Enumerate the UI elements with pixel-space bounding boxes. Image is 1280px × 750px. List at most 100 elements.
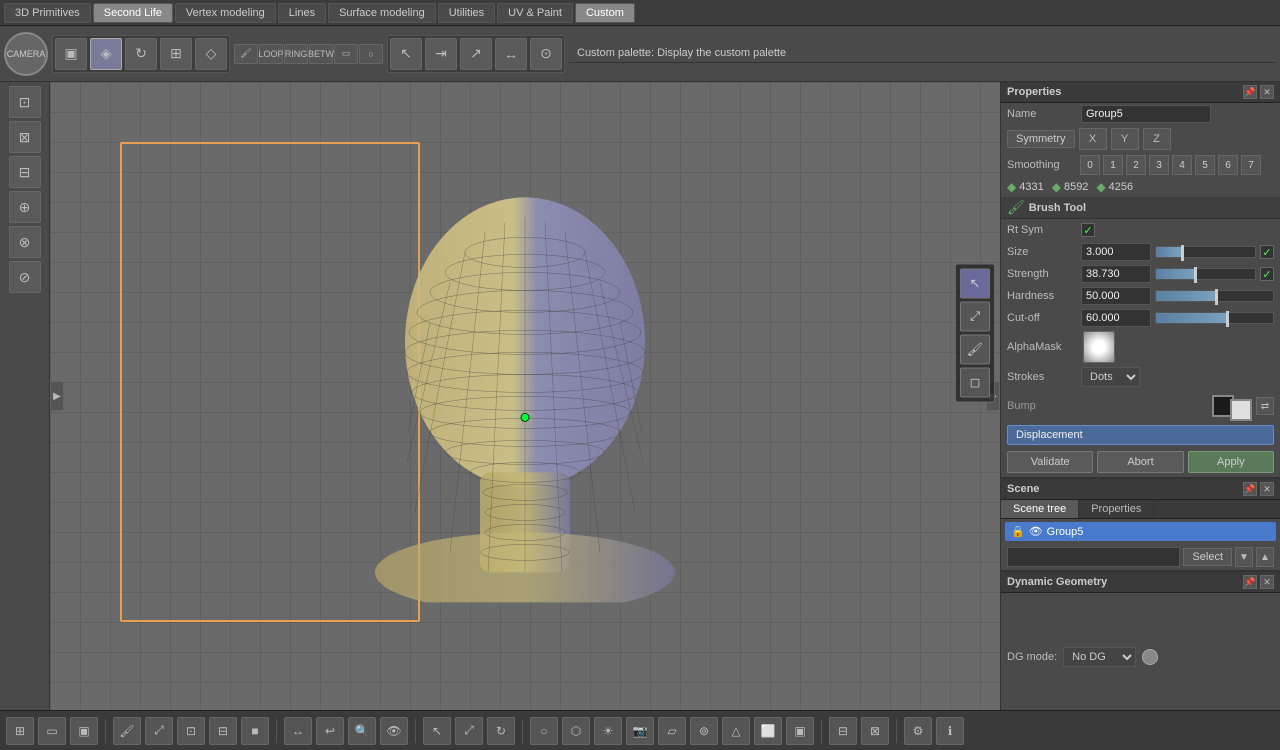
apply-btn[interactable]: Apply	[1188, 451, 1274, 473]
symmetry-btn[interactable]: Symmetry	[1007, 130, 1075, 148]
status-extra1-btn[interactable]: ⊟	[829, 717, 857, 745]
tool-move[interactable]: ◈	[90, 38, 122, 70]
op-btn3[interactable]: ↗	[460, 38, 492, 70]
dyn-close-btn[interactable]: ✕	[1260, 575, 1274, 589]
status-extra2-btn[interactable]: ⊠	[861, 717, 889, 745]
axis-z-btn[interactable]: Z	[1143, 128, 1171, 150]
status-box-btn[interactable]: ▣	[786, 717, 814, 745]
betw-btn[interactable]: BETW	[309, 44, 333, 64]
status-cam-btn[interactable]: 📷	[626, 717, 654, 745]
tool-view[interactable]: ◇	[195, 38, 227, 70]
status-lamp-btn[interactable]: ☀	[594, 717, 622, 745]
strength-slider[interactable]	[1155, 268, 1256, 280]
status-sphere-btn[interactable]: ○	[530, 717, 558, 745]
left-tool-3[interactable]: ⊟	[9, 156, 41, 188]
op-btn1[interactable]: ↖	[390, 38, 422, 70]
scene-item-group5[interactable]: 🔒 👁 Group5	[1005, 522, 1276, 541]
status-grid2-btn[interactable]: ▭	[38, 717, 66, 745]
status-solid-btn[interactable]: ■	[241, 717, 269, 745]
dyn-pin-btn[interactable]: 📌	[1243, 575, 1257, 589]
extra-btn1[interactable]: ▭	[334, 44, 358, 64]
rt-sym-checkbox[interactable]: ✓	[1081, 223, 1095, 237]
color-swatch-light[interactable]	[1230, 399, 1252, 421]
loop-btn[interactable]: LOOP	[259, 44, 283, 64]
strength-lock[interactable]: ✓	[1260, 267, 1274, 281]
smooth-2[interactable]: 2	[1126, 155, 1146, 175]
smooth-1[interactable]: 1	[1103, 155, 1123, 175]
status-cone-btn[interactable]: △	[722, 717, 750, 745]
hardness-input[interactable]	[1081, 287, 1151, 305]
cutoff-slider-handle[interactable]	[1226, 311, 1229, 327]
status-grid1-btn[interactable]: ⊞	[6, 717, 34, 745]
menu-surface-modeling[interactable]: Surface modeling	[328, 3, 436, 23]
size-slider[interactable]	[1155, 246, 1256, 258]
size-lock[interactable]: ✓	[1260, 245, 1274, 259]
smooth-6[interactable]: 6	[1218, 155, 1238, 175]
size-input[interactable]	[1081, 243, 1151, 261]
displacement-btn[interactable]: Displacement	[1007, 425, 1274, 445]
vm-move-btn[interactable]: ⤢	[960, 302, 990, 332]
status-grid3-btn[interactable]: ▣	[70, 717, 98, 745]
properties-pin-btn[interactable]: 📌	[1243, 85, 1257, 99]
left-tool-5[interactable]: ⊗	[9, 226, 41, 258]
op-btn2[interactable]: ⇥	[425, 38, 457, 70]
menu-custom[interactable]: Custom	[575, 3, 635, 23]
tool-scale[interactable]: ⊞	[160, 38, 192, 70]
extra-btn2[interactable]: ○	[359, 44, 383, 64]
vm-paint-btn[interactable]: 🖌	[960, 335, 990, 365]
status-wire-btn[interactable]: ⊟	[209, 717, 237, 745]
status-paint-btn[interactable]: 🖌	[113, 717, 141, 745]
menu-vertex-modeling[interactable]: Vertex modeling	[175, 3, 276, 23]
smooth-4[interactable]: 4	[1172, 155, 1192, 175]
smooth-3[interactable]: 3	[1149, 155, 1169, 175]
status-undo-btn[interactable]: ↩	[316, 717, 344, 745]
tab-properties[interactable]: Properties	[1079, 500, 1154, 518]
status-info-btn[interactable]: ℹ	[936, 717, 964, 745]
op-btn5[interactable]: ⊙	[530, 38, 562, 70]
tool-select[interactable]: ▣	[55, 38, 87, 70]
left-tool-2[interactable]: ⊠	[9, 121, 41, 153]
left-tool-6[interactable]: ⊘	[9, 261, 41, 293]
status-settings-btn[interactable]: ⚙	[904, 717, 932, 745]
vm-erase-btn[interactable]: ◻	[960, 368, 990, 398]
status-mesh-btn[interactable]: ⊡	[177, 717, 205, 745]
paint-btn[interactable]: 🖌	[234, 44, 258, 64]
expand-left-btn[interactable]: ▶	[50, 381, 64, 411]
validate-btn[interactable]: Validate	[1007, 451, 1093, 473]
properties-close-btn[interactable]: ✕	[1260, 85, 1274, 99]
status-torus-btn[interactable]: ⊚	[690, 717, 718, 745]
menu-lines[interactable]: Lines	[278, 3, 326, 23]
tab-scene-tree[interactable]: Scene tree	[1001, 500, 1079, 518]
cutoff-slider[interactable]	[1155, 312, 1274, 324]
axis-y-btn[interactable]: Y	[1111, 128, 1139, 150]
size-slider-handle[interactable]	[1181, 245, 1184, 261]
hardness-slider-handle[interactable]	[1215, 289, 1218, 305]
op-btn4[interactable]: ↔	[495, 38, 527, 70]
swap-colors-btn[interactable]: ⇄	[1256, 397, 1274, 415]
smooth-0[interactable]: 0	[1080, 155, 1100, 175]
scene-close-btn[interactable]: ✕	[1260, 482, 1274, 496]
left-tool-1[interactable]: ⊡	[9, 86, 41, 118]
name-input[interactable]	[1081, 105, 1211, 123]
camera-tool[interactable]: CAMERA	[4, 32, 48, 76]
dg-mode-select[interactable]: No DG Dynamic	[1063, 647, 1136, 667]
status-cyl-btn[interactable]: ⬜	[754, 717, 782, 745]
hardness-slider[interactable]	[1155, 290, 1274, 302]
alphamask-preview[interactable]	[1083, 331, 1115, 363]
strokes-select[interactable]: Dots Lines Spray	[1081, 367, 1140, 387]
strength-slider-handle[interactable]	[1194, 267, 1197, 283]
vm-select-btn[interactable]: ↖	[960, 269, 990, 299]
menu-second-life[interactable]: Second Life	[93, 3, 173, 23]
axis-x-btn[interactable]: X	[1079, 128, 1107, 150]
status-frame-btn[interactable]: ↔	[284, 717, 312, 745]
tool-rotate[interactable]: ↻	[125, 38, 157, 70]
scene-arr-up-btn[interactable]: ▲	[1256, 547, 1274, 567]
menu-3d-primitives[interactable]: 3D Primitives	[4, 3, 91, 23]
scene-arr-down-btn[interactable]: ▼	[1235, 547, 1253, 567]
scene-select-btn[interactable]: Select	[1183, 548, 1232, 566]
scene-pin-btn[interactable]: 📌	[1243, 482, 1257, 496]
menu-uv-paint[interactable]: UV & Paint	[497, 3, 573, 23]
left-tool-4[interactable]: ⊕	[9, 191, 41, 223]
status-rot-btn[interactable]: ↻	[487, 717, 515, 745]
cutoff-input[interactable]	[1081, 309, 1151, 327]
